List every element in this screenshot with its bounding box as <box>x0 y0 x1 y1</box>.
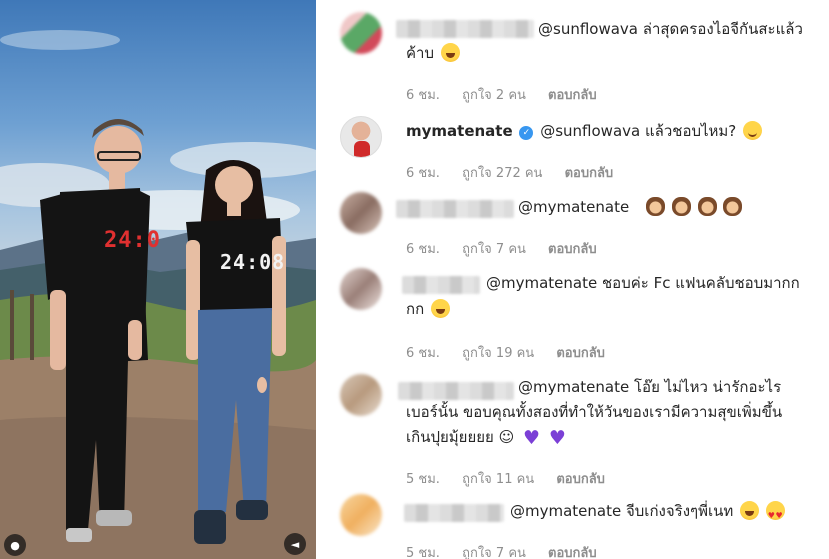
comment-text-cont: เบอร์นั้น ขอบคุณทั้งสองที่ทำให้วันของเรา… <box>406 399 782 426</box>
comment-meta: 6 ชม. ถูกใจ 2 คน ตอบกลับ <box>406 84 615 105</box>
avatar[interactable] <box>340 116 382 158</box>
comment-text: @mymatenate <box>518 194 743 221</box>
avatar[interactable] <box>340 192 382 234</box>
mention-link[interactable]: @mymatenate <box>518 378 629 396</box>
panel-divider <box>316 0 320 559</box>
like-count[interactable]: ถูกใจ 11 คน <box>462 472 534 487</box>
mention-link[interactable]: @mymatenate <box>510 502 621 520</box>
like-count[interactable]: ถูกใจ 7 คน <box>462 242 526 257</box>
purple-heart-icon: ♥ <box>548 427 566 449</box>
mention-link[interactable]: @sunflowava <box>538 20 638 38</box>
verified-badge-icon: ✓ <box>519 126 534 140</box>
reply-button[interactable]: ตอบกลับ <box>556 472 605 487</box>
smile-emoji-icon <box>743 121 763 140</box>
comment-time: 6 ชม. <box>406 346 440 361</box>
comment-body-line2: เบอร์นั้น ขอบคุณทั้งสองที่ทำให้วันของเรา… <box>406 403 783 421</box>
photo-scene <box>0 30 316 559</box>
comment-time: 5 ชม. <box>406 546 440 559</box>
see-no-evil-monkey-icon <box>671 197 691 216</box>
see-no-evil-monkey-icon <box>697 197 717 216</box>
laughing-emoji-icon <box>430 299 450 318</box>
person-icon[interactable]: ● <box>4 534 26 556</box>
comment-meta: 5 ชม. ถูกใจ 7 คน ตอบกลับ <box>406 542 615 559</box>
heart-eyes-emoji-icon <box>765 501 785 529</box>
mention-link[interactable]: @mymatenate <box>518 198 629 216</box>
mention-link[interactable]: @sunflowava <box>540 122 640 140</box>
comment-time: 6 ชม. <box>406 88 440 103</box>
post-photo[interactable]: 24:0 24:08 ● ◄ <box>0 0 316 559</box>
comment-body: โอ๊ย ไม่ไหว น่ารักอะไร <box>634 378 782 396</box>
comment-body: แล้วชอบไหม? <box>644 122 737 140</box>
comment-meta: 5 ชม. ถูกใจ 11 คน ตอบกลับ <box>406 468 623 489</box>
comment-time: 6 ชม. <box>406 242 440 257</box>
comment-body-line3: เกินปุยมุ้ยยยย ☺ <box>406 428 515 446</box>
reply-button[interactable]: ตอบกลับ <box>548 546 597 559</box>
avatar[interactable] <box>340 494 382 536</box>
reply-button[interactable]: ตอบกลับ <box>548 242 597 257</box>
comment-meta: 6 ชม. ถูกใจ 272 คน ตอบกลับ <box>406 162 631 183</box>
comment-text: @mymatenate ชอบค่ะ Fc แฟนคลับชอบมากก <box>486 270 800 297</box>
comment-meta: 6 ชม. ถูกใจ 7 คน ตอบกลับ <box>406 238 615 259</box>
comment-body-line2: กก <box>406 300 425 318</box>
purple-heart-icon: ♥ <box>523 427 541 449</box>
comment-text: @mymatenate จีบเก่งจริงๆพี่เนท <box>510 498 785 529</box>
username-redacted[interactable] <box>402 276 480 294</box>
comment-meta: 6 ชม. ถูกใจ 19 คน ตอบกลับ <box>406 342 623 363</box>
comment-time: 5 ชม. <box>406 472 440 487</box>
comment-body-line2: ค้าบ <box>406 44 434 62</box>
username-redacted[interactable] <box>398 382 514 400</box>
comment-text: mymatenate ✓ @sunflowava แล้วชอบไหม? <box>406 118 763 145</box>
comment-text-cont: กก <box>406 296 450 323</box>
like-count[interactable]: ถูกใจ 7 คน <box>462 546 526 559</box>
like-count[interactable]: ถูกใจ 19 คน <box>462 346 534 361</box>
see-no-evil-monkey-icon <box>646 197 665 216</box>
username[interactable]: mymatenate <box>406 122 513 140</box>
like-count[interactable]: ถูกใจ 2 คน <box>462 88 526 103</box>
see-no-evil-monkey-icon <box>723 197 743 216</box>
speaker-icon[interactable]: ◄ <box>284 533 306 555</box>
comment-body: ล่าสุดครองไอจีกันสะแล้ว <box>642 20 803 38</box>
username-redacted[interactable] <box>396 200 514 218</box>
avatar[interactable] <box>340 268 382 310</box>
comment-text-cont: ค้าบ <box>406 40 460 67</box>
laughing-emoji-icon <box>740 501 760 520</box>
reply-button[interactable]: ตอบกลับ <box>565 166 614 181</box>
reply-button[interactable]: ตอบกลับ <box>556 346 605 361</box>
avatar[interactable] <box>340 374 382 416</box>
reply-button[interactable]: ตอบกลับ <box>548 88 597 103</box>
like-count[interactable]: ถูกใจ 272 คน <box>462 166 542 181</box>
comment-text: @mymatenate โอ๊ย ไม่ไหว น่ารักอะไร <box>518 374 781 401</box>
avatar[interactable] <box>340 12 382 54</box>
shirt-print-left: 24:0 <box>104 228 161 253</box>
comment-text: @sunflowava ล่าสุดครองไอจีกันสะแล้ว <box>538 16 803 43</box>
comments-list: @sunflowava ล่าสุดครองไอจีกันสะแล้ว ค้าบ… <box>322 0 829 559</box>
username-redacted[interactable] <box>404 504 504 522</box>
mention-link[interactable]: @mymatenate <box>486 274 597 292</box>
comment-text-cont: เกินปุยมุ้ยยยย ☺ ♥ ♥ <box>406 424 566 452</box>
username-redacted[interactable] <box>396 20 534 38</box>
shirt-print-right: 24:08 <box>220 250 286 274</box>
comment-time: 6 ชม. <box>406 166 440 181</box>
comment-body: จีบเก่งจริงๆพี่เนท <box>626 502 734 520</box>
comment-body: ชอบค่ะ Fc แฟนคลับชอบมากก <box>602 274 800 292</box>
laughing-emoji-icon <box>440 43 460 62</box>
